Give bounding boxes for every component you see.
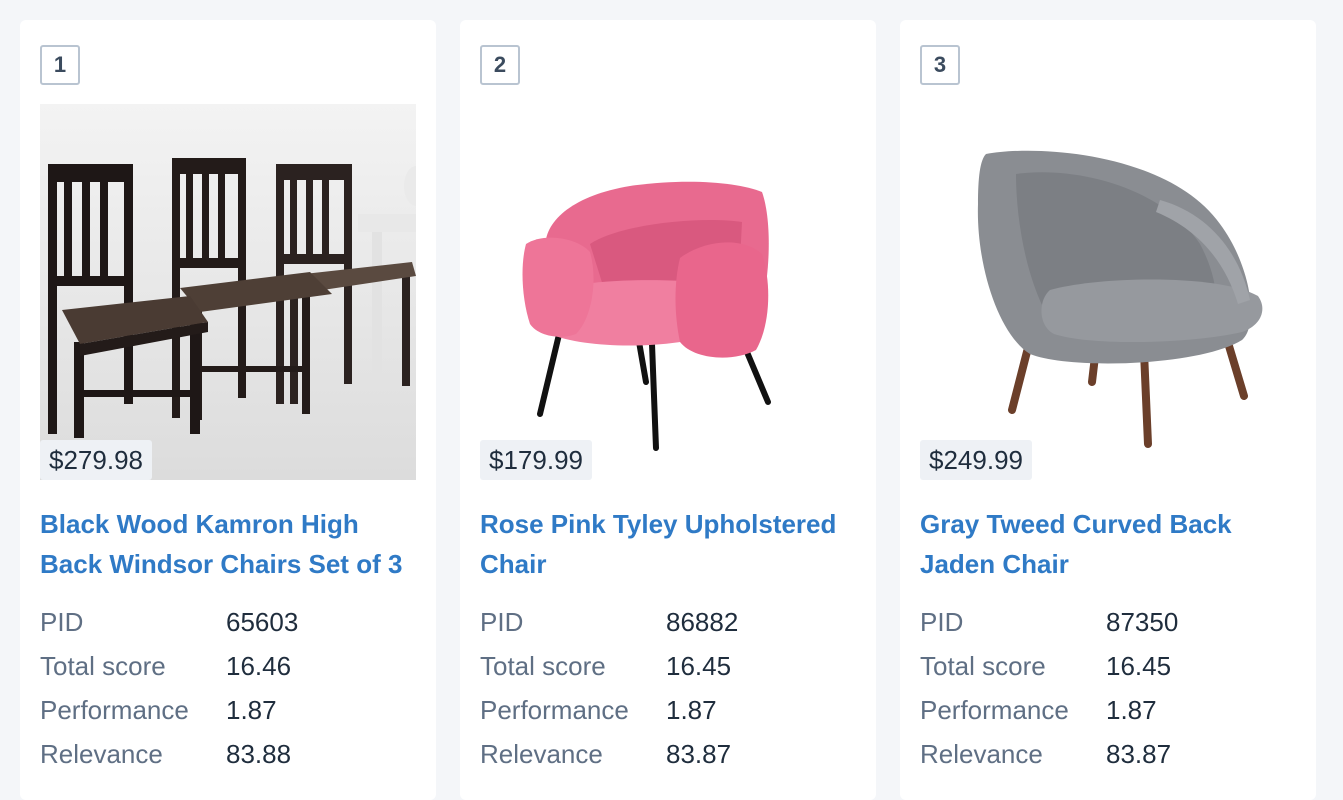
stat-label: Total score xyxy=(920,650,1046,681)
stat-row-relevance: Relevance 83.88 xyxy=(40,732,416,776)
stat-row-pid: PID 87350 xyxy=(920,600,1296,644)
stat-row-total-score: Total score 16.46 xyxy=(40,644,416,688)
product-stats: PID 65603 Total score 16.46 Performance … xyxy=(40,600,416,776)
product-title-link[interactable]: Gray Tweed Curved Back Jaden Chair xyxy=(920,504,1296,584)
stat-label: PID xyxy=(480,606,524,637)
stat-value: 16.46 xyxy=(226,650,292,681)
stat-label: Performance xyxy=(480,694,629,725)
stat-label: Relevance xyxy=(480,738,603,769)
price-tag: $179.99 xyxy=(480,440,592,480)
stat-value: 65603 xyxy=(226,606,299,637)
stat-label: PID xyxy=(920,606,964,637)
rank-badge: 2 xyxy=(480,45,520,85)
stat-label: Performance xyxy=(920,694,1069,725)
stat-value: 83.87 xyxy=(1106,738,1172,769)
price-tag: $249.99 xyxy=(920,440,1032,480)
stat-row-relevance: Relevance 83.87 xyxy=(920,732,1296,776)
stat-label: Relevance xyxy=(40,738,163,769)
product-title-link[interactable]: Rose Pink Tyley Upholstered Chair xyxy=(480,504,856,584)
stat-label: Total score xyxy=(40,650,166,681)
stat-row-performance: Performance 1.87 xyxy=(480,688,856,732)
stat-label: Total score xyxy=(480,650,606,681)
stat-row-performance: Performance 1.87 xyxy=(920,688,1296,732)
stat-label: Performance xyxy=(40,694,189,725)
stat-value: 83.87 xyxy=(666,738,732,769)
stat-row-relevance: Relevance 83.87 xyxy=(480,732,856,776)
stat-value: 87350 xyxy=(1106,606,1179,637)
stat-row-pid: PID 65603 xyxy=(40,600,416,644)
stat-label: Relevance xyxy=(920,738,1043,769)
stat-row-pid: PID 86882 xyxy=(480,600,856,644)
stat-value: 16.45 xyxy=(666,650,732,681)
product-card[interactable]: 2 $179.99 Rose Pink Tyley Upholstered Ch… xyxy=(460,20,876,800)
stat-label: PID xyxy=(40,606,84,637)
stat-value: 16.45 xyxy=(1106,650,1172,681)
gray-tweed-chair-image[interactable] xyxy=(920,104,1296,480)
product-grid: 1 $279.98 Black Wood Kamron High Back Wi… xyxy=(0,0,1343,800)
price-tag: $279.98 xyxy=(40,440,152,480)
stat-value: 1.87 xyxy=(226,694,277,725)
rank-badge: 1 xyxy=(40,45,80,85)
stat-value: 1.87 xyxy=(666,694,717,725)
stat-value: 83.88 xyxy=(226,738,292,769)
product-title-link[interactable]: Black Wood Kamron High Back Windsor Chai… xyxy=(40,504,416,584)
product-card[interactable]: 3 $249.99 Gray Tweed Curved Back Jaden C… xyxy=(900,20,1316,800)
stat-row-total-score: Total score 16.45 xyxy=(480,644,856,688)
stat-row-performance: Performance 1.87 xyxy=(40,688,416,732)
black-wood-chairs-set-image[interactable] xyxy=(40,104,416,480)
product-stats: PID 86882 Total score 16.45 Performance … xyxy=(480,600,856,776)
pink-upholstered-chair-image[interactable] xyxy=(480,104,856,480)
product-stats: PID 87350 Total score 16.45 Performance … xyxy=(920,600,1296,776)
stat-value: 1.87 xyxy=(1106,694,1157,725)
stat-value: 86882 xyxy=(666,606,739,637)
stat-row-total-score: Total score 16.45 xyxy=(920,644,1296,688)
product-card[interactable]: 1 $279.98 Black Wood Kamron High Back Wi… xyxy=(20,20,436,800)
rank-badge: 3 xyxy=(920,45,960,85)
